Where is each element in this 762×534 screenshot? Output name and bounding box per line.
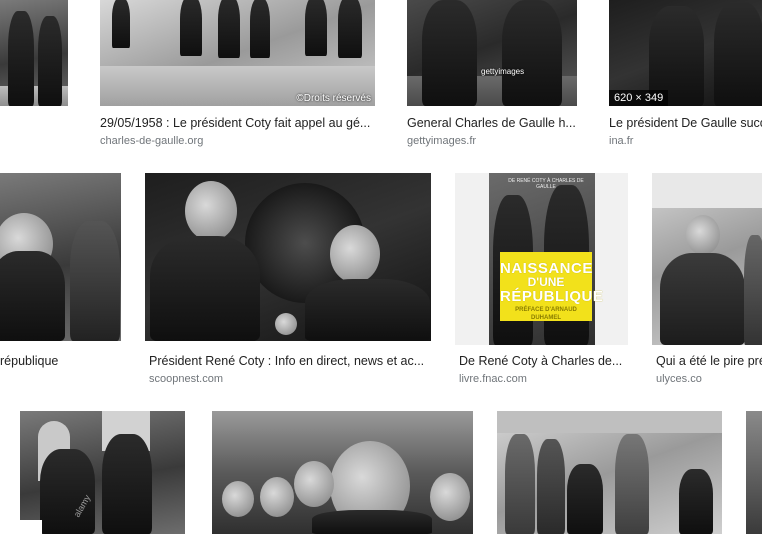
book-title-line1: NAISSANCE xyxy=(500,260,593,277)
result-thumbnail[interactable] xyxy=(0,0,68,106)
result-tile-2-2[interactable]: Président René Coty : Info en direct, ne… xyxy=(145,173,431,388)
result-tile-1-2[interactable]: ©Droits réservés 29/05/1958 : Le préside… xyxy=(100,0,375,150)
result-tile-3-4[interactable] xyxy=(746,411,762,534)
result-source[interactable]: livre.fnac.com xyxy=(459,372,527,386)
gettyimages-watermark: gettyimages xyxy=(481,67,525,76)
result-tile-1-3[interactable]: gettyimages General Charles de Gaulle h.… xyxy=(407,0,577,150)
book-title-band: NAISSANCE D'UNE RÉPUBLIQUE PRÉFACE D'ARN… xyxy=(500,252,604,321)
result-thumbnail[interactable] xyxy=(0,173,121,341)
book-cover-top-text: DE RENÉ COTY À CHARLES DE GAULLE xyxy=(508,178,584,190)
result-source[interactable]: scoopnest.com xyxy=(149,372,223,386)
result-source[interactable]: charles-de-gaulle.org xyxy=(100,134,203,148)
result-tile-2-3[interactable]: DE RENÉ COTY À CHARLES DE GAULLE NAISSAN… xyxy=(455,173,628,388)
result-thumbnail[interactable]: DE RENÉ COTY À CHARLES DE GAULLE NAISSAN… xyxy=(455,173,628,345)
result-caption[interactable]: 29/05/1958 : Le président Coty fait appe… xyxy=(100,115,375,131)
result-thumbnail[interactable]: alamy xyxy=(20,411,185,534)
result-tile-2-4[interactable]: Qui a été le pire pré ulyces.co xyxy=(652,173,762,388)
result-tile-3-1[interactable]: alamy xyxy=(20,411,185,534)
book-title-line3: RÉPUBLIQUE xyxy=(500,288,604,305)
result-thumbnail[interactable]: ©Droits réservés xyxy=(100,0,375,106)
result-thumbnail[interactable] xyxy=(746,411,762,534)
result-thumbnail[interactable]: gettyimages xyxy=(407,0,577,106)
copyright-overlay: ©Droits réservés xyxy=(296,93,371,104)
result-thumbnail[interactable] xyxy=(145,173,431,341)
result-source[interactable]: gettyimages.fr xyxy=(407,134,476,148)
result-caption[interactable]: Le président De Gaulle succ xyxy=(609,115,762,131)
result-source[interactable]: ina.fr xyxy=(609,134,633,148)
result-source[interactable]: ulyces.co xyxy=(656,372,702,386)
result-caption[interactable]: General Charles de Gaulle h... xyxy=(407,115,577,131)
result-tile-1-4[interactable]: 620 × 349 Le président De Gaulle succ in… xyxy=(609,0,762,150)
result-thumbnail[interactable] xyxy=(497,411,722,534)
image-dimensions-badge: 620 × 349 xyxy=(609,90,669,106)
result-thumbnail[interactable] xyxy=(212,411,473,534)
book-subtitle: PRÉFACE D'ARNAUD DUHAMEL xyxy=(515,307,577,321)
result-tile-3-2[interactable] xyxy=(212,411,473,534)
result-caption[interactable]: république xyxy=(0,353,121,369)
result-tile-1-1[interactable] xyxy=(0,0,68,106)
result-tile-2-1[interactable]: république xyxy=(0,173,121,383)
result-caption[interactable]: Qui a été le pire pré xyxy=(656,353,762,369)
result-caption[interactable]: De René Coty à Charles de... xyxy=(459,353,628,369)
partial-overlay-card xyxy=(0,520,42,534)
result-caption[interactable]: Président René Coty : Info en direct, ne… xyxy=(149,353,429,369)
result-thumbnail[interactable]: 620 × 349 xyxy=(609,0,762,106)
result-tile-3-3[interactable] xyxy=(497,411,722,534)
result-thumbnail[interactable] xyxy=(652,173,762,345)
